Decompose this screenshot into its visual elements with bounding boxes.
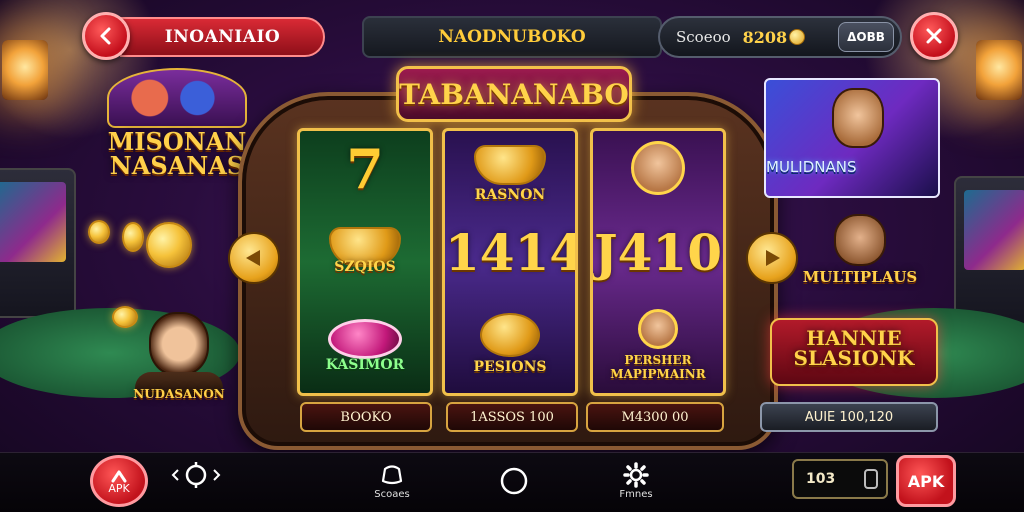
reel-1[interactable]: 7 SZQIOS KASIMOR	[297, 128, 433, 396]
arrow-left-icon	[246, 250, 260, 266]
reel-2[interactable]: RASNON 1414 PESIONS	[442, 128, 578, 396]
chevron-left-icon	[100, 27, 111, 45]
reel-symbol: PESIONS	[473, 359, 547, 375]
reel-symbol: KASIMOR	[325, 357, 405, 373]
casino-chip-icon	[328, 319, 402, 359]
score-label: Scoeoo	[676, 28, 731, 46]
gear-icon	[623, 462, 649, 488]
balance-display: AUIE 100,120	[760, 402, 938, 432]
character-portrait	[834, 214, 886, 266]
gold-coin-icon	[146, 222, 192, 268]
payout-display: M4300 00	[586, 402, 724, 432]
promo-character-left[interactable]: NUDASANON	[120, 312, 238, 400]
background-slot-machine	[0, 168, 76, 318]
payout-display: BOOKO	[300, 402, 432, 432]
close-button[interactable]	[910, 12, 958, 60]
bet-counter[interactable]: 103	[792, 459, 888, 499]
counter-value: 103	[806, 471, 836, 487]
machine-marquee: TABANANABO	[396, 66, 632, 122]
apk-download-button-right[interactable]: APK	[896, 455, 956, 507]
promo-title: HANNIE SLASIONK	[793, 326, 915, 370]
game-title: INOANIAIO	[120, 17, 325, 57]
coin-icon	[789, 29, 806, 45]
character-art	[107, 68, 247, 128]
audio-icon	[171, 462, 221, 488]
nav-games[interactable]: Scoaes	[360, 461, 424, 500]
background-slot-machine	[954, 176, 1024, 326]
gold-coin-icon	[122, 222, 144, 252]
back-button[interactable]	[82, 12, 130, 60]
promo-title: MULTIPLAUS	[802, 268, 918, 286]
promo-card-right[interactable]: MULIDNANS	[764, 78, 940, 198]
haunt-promo-badge[interactable]: HANNIE SLASIONK	[770, 318, 938, 386]
bottom-nav-bar: APK Scoaes Fmnes 103 APK	[0, 452, 1024, 512]
character-portrait	[832, 88, 884, 148]
promo-title: MULIDNANS	[766, 158, 857, 176]
multiplayer-promo[interactable]: MULTIPLAUS	[786, 214, 934, 285]
reel-symbol: 7	[346, 137, 384, 201]
payout-display: 1ASSOS 100	[446, 402, 578, 432]
treasure-pot-icon	[480, 313, 540, 357]
reel-3[interactable]: J410 PERSHER MAPIPMAINR	[590, 128, 726, 396]
character-name: NUDASANON	[133, 387, 225, 401]
nav-settings-label: Fmnes	[619, 489, 653, 500]
promo-title: MISONAN NASANAS	[107, 127, 247, 180]
reel-symbol: 1414	[445, 223, 578, 282]
reel-symbol: J410	[593, 223, 723, 282]
top-bar: INOANIAIO NAODNUBOKO Scoeoo 8208 ΔOBB	[0, 12, 1024, 62]
apk-download-button-left[interactable]: APK	[90, 455, 148, 507]
reel-symbol: RASNON	[474, 187, 546, 203]
reel-symbol: SZQIOS	[334, 259, 396, 275]
nav-home[interactable]	[482, 461, 546, 501]
apk-label: APK	[108, 481, 130, 495]
reel-symbol: PERSHER MAPIPMAINR	[610, 353, 706, 381]
nav-settings[interactable]: Fmnes	[604, 461, 668, 500]
close-icon	[926, 28, 942, 44]
spin-left-button[interactable]	[228, 232, 280, 284]
games-icon	[381, 465, 403, 485]
device-icon	[864, 469, 878, 489]
character-portrait	[631, 141, 685, 195]
score-badge[interactable]: ΔOBB	[838, 22, 894, 52]
promo-banner-left[interactable]: MISONAN NASANAS	[92, 68, 262, 178]
treasure-pot-icon	[474, 145, 546, 185]
center-title: NAODNUBOKO	[362, 16, 662, 58]
score-value: 8208	[742, 27, 788, 47]
score-display: Scoeoo 8208 ΔOBB	[658, 16, 902, 58]
home-icon	[500, 467, 528, 495]
character-portrait	[638, 309, 678, 349]
nav-games-label: Scoaes	[374, 489, 410, 500]
character-portrait	[149, 312, 209, 376]
arrow-right-icon	[766, 250, 780, 266]
gold-coin-icon	[88, 220, 110, 244]
nav-audio[interactable]	[164, 461, 228, 489]
